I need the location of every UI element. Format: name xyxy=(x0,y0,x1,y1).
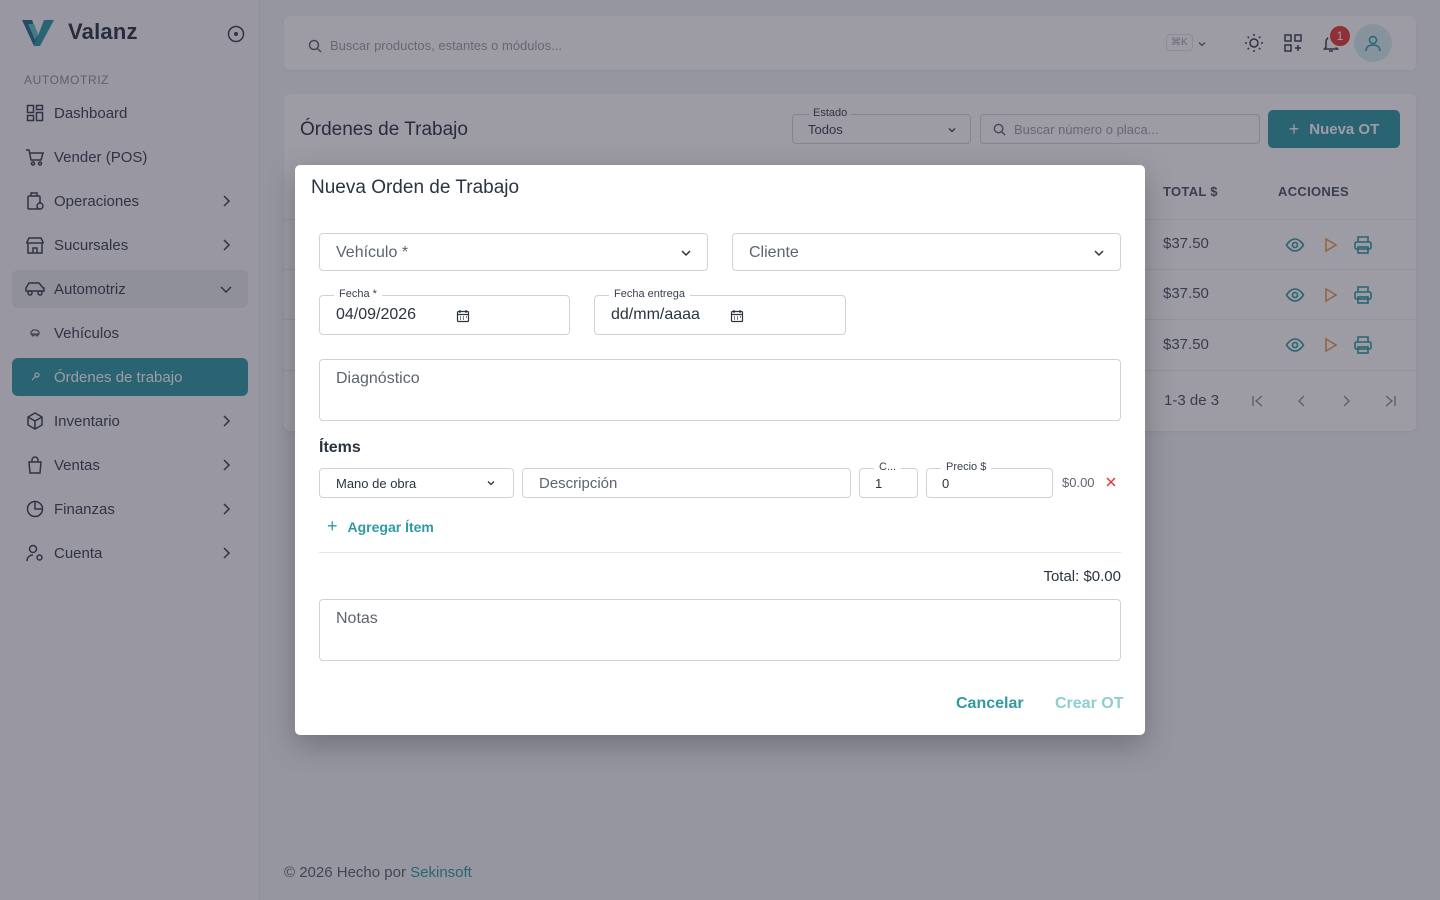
items-section-title: Ítems xyxy=(319,439,361,456)
date-field-value: 04/09/2026 xyxy=(336,306,417,323)
item-type-select[interactable]: Mano de obra xyxy=(319,468,514,498)
add-item-label: Agregar Ítem xyxy=(347,518,434,535)
item-quantity-label: C... xyxy=(874,461,902,473)
diagnosis-textarea[interactable]: Diagnóstico xyxy=(319,359,1121,421)
vehicle-select-placeholder: Vehículo * xyxy=(336,244,409,261)
create-order-button[interactable]: Crear OT xyxy=(1055,695,1123,713)
chevron-down-icon xyxy=(1092,246,1106,260)
remove-item-icon[interactable] xyxy=(1105,476,1117,488)
delivery-date-field[interactable]: Fecha entrega dd/mm/aaaa xyxy=(594,288,846,335)
diagnosis-placeholder: Diagnóstico xyxy=(336,370,420,387)
delivery-date-label: Fecha entrega xyxy=(609,288,690,300)
item-quantity-value: 1 xyxy=(875,476,883,491)
item-price-value: 0 xyxy=(942,476,950,491)
date-field-label: Fecha * xyxy=(334,288,382,300)
client-select-placeholder: Cliente xyxy=(749,244,799,261)
item-price-label: Precio $ xyxy=(941,461,992,473)
item-type-value: Mano de obra xyxy=(336,476,417,491)
item-quantity-input[interactable]: C... 1 xyxy=(859,461,918,498)
calendar-icon[interactable] xyxy=(730,309,744,323)
add-item-button[interactable]: + Agregar Ítem xyxy=(327,516,434,537)
new-order-dialog: Nueva Orden de Trabajo Vehículo * Client… xyxy=(295,165,1145,735)
vehicle-select[interactable]: Vehículo * xyxy=(319,233,708,271)
chevron-down-icon xyxy=(485,477,499,491)
item-description-placeholder: Descripción xyxy=(539,475,618,492)
item-price-input[interactable]: Precio $ 0 xyxy=(926,461,1053,498)
order-total: Total: $0.00 xyxy=(1043,568,1121,585)
dialog-title: Nueva Orden de Trabajo xyxy=(311,177,520,198)
chevron-down-icon xyxy=(679,246,693,260)
item-line-total: $0.00 xyxy=(1062,475,1095,490)
date-field[interactable]: Fecha * 04/09/2026 xyxy=(319,288,570,335)
cancel-button[interactable]: Cancelar xyxy=(956,695,1024,713)
client-select[interactable]: Cliente xyxy=(732,233,1121,271)
notes-placeholder: Notas xyxy=(336,610,378,627)
plus-icon: + xyxy=(327,516,338,536)
notes-textarea[interactable]: Notas xyxy=(319,599,1121,661)
divider xyxy=(319,552,1121,553)
item-description-input[interactable]: Descripción xyxy=(522,468,851,498)
delivery-date-value: dd/mm/aaaa xyxy=(611,306,700,323)
calendar-icon[interactable] xyxy=(456,309,470,323)
